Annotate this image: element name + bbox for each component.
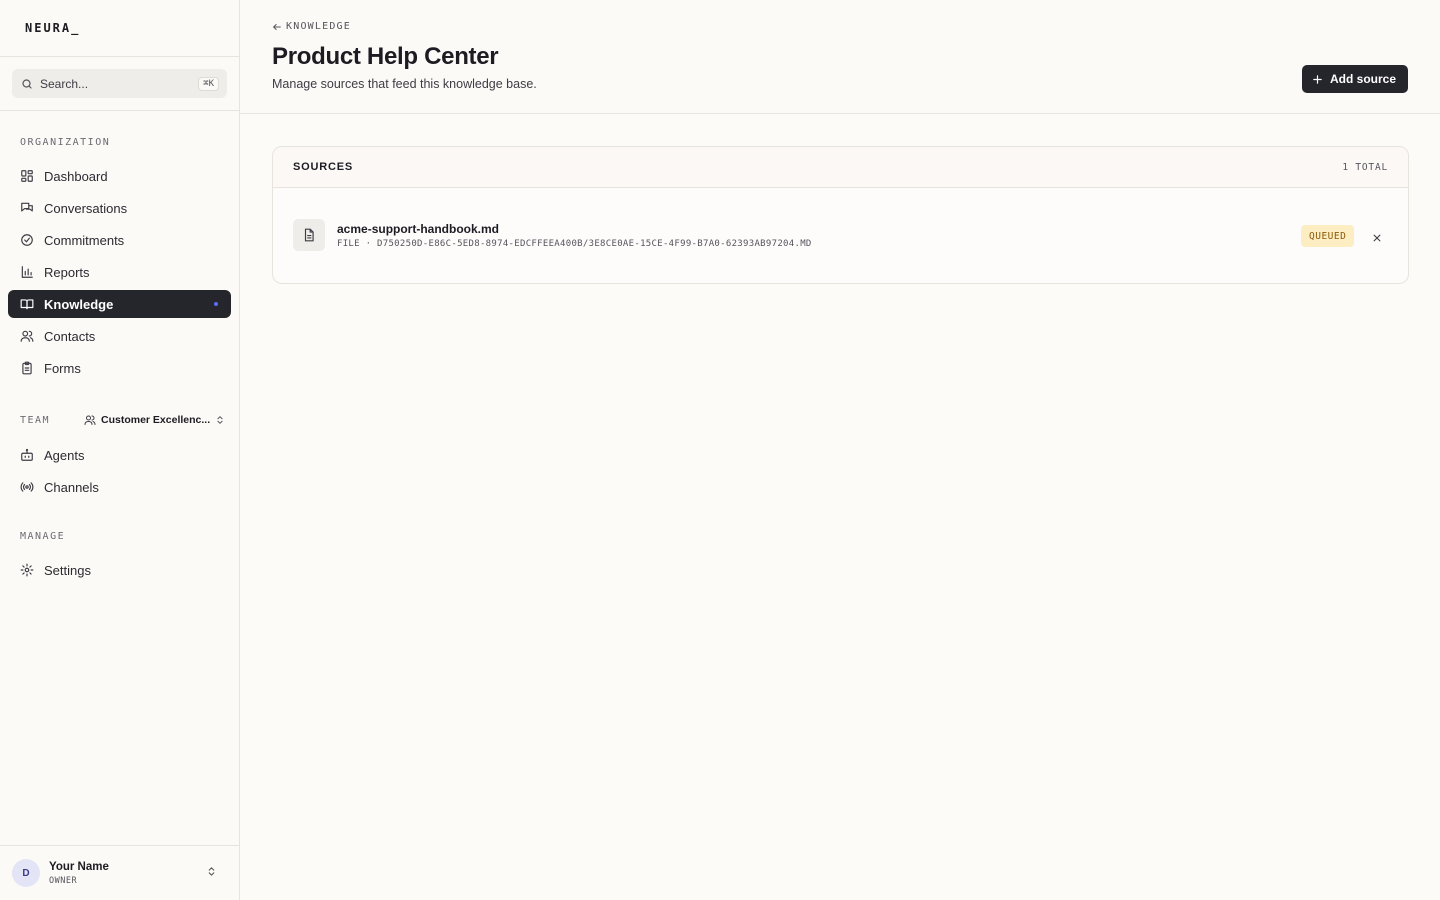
- list-item[interactable]: acme-support-handbook.md FILE · D750250D…: [273, 188, 1408, 283]
- chevron-up-down-icon: [208, 867, 215, 876]
- source-name: acme-support-handbook.md: [337, 222, 500, 236]
- sources-count: 1 TOTAL: [1342, 161, 1388, 173]
- section-label-manage: MANAGE: [20, 531, 66, 542]
- clipboard-icon: [22, 361, 32, 375]
- nav-item-forms[interactable]: Forms: [8, 354, 231, 382]
- user-menu[interactable]: D Your Name OWNER: [0, 845, 239, 900]
- breadcrumb-label: KNOWLEDGE: [286, 21, 351, 32]
- plus-icon: [1313, 74, 1322, 84]
- add-source-button[interactable]: Add source: [1301, 65, 1408, 93]
- sources-card: SOURCES 1 TOTAL acme-support-handbook.md…: [272, 146, 1409, 284]
- search-input[interactable]: Search... ⌘K: [12, 69, 227, 98]
- brand-logo[interactable]: NEURA_: [25, 21, 80, 35]
- nav-label: Commitments: [44, 232, 125, 248]
- team-selector[interactable]: Customer Excellenc...: [84, 409, 225, 431]
- nav-item-reports[interactable]: Reports: [8, 258, 231, 286]
- nav-item-agents[interactable]: Agents: [8, 441, 231, 469]
- nav-label: Channels: [44, 479, 99, 495]
- bar-chart-icon: [21, 266, 33, 278]
- nav-label: Forms: [44, 360, 81, 376]
- user-role: OWNER: [49, 875, 78, 886]
- page-title: Product Help Center: [272, 43, 499, 70]
- bot-icon: [21, 448, 33, 461]
- users-icon: [20, 330, 34, 342]
- nav-item-knowledge[interactable]: Knowledge: [8, 290, 231, 318]
- file-icon-container: [293, 219, 325, 251]
- check-circle-icon: [21, 234, 33, 246]
- chevron-up-down-icon: [217, 416, 223, 424]
- nav-label: Dashboard: [44, 168, 108, 184]
- search-icon: [22, 78, 32, 89]
- remove-source-button[interactable]: [1367, 228, 1387, 248]
- team-row: TEAM Customer Excellenc...: [0, 409, 240, 431]
- page-header: KNOWLEDGE Product Help Center Manage sou…: [240, 0, 1440, 114]
- nav-label: Knowledge: [44, 296, 114, 312]
- nav-item-contacts[interactable]: Contacts: [8, 322, 231, 350]
- status-badge: QUEUED: [1301, 225, 1355, 247]
- arrow-left-icon: [273, 23, 281, 30]
- avatar: D: [12, 859, 40, 887]
- sidebar: NEURA_ Search... ⌘K ORGANIZATION Dashboa…: [0, 0, 240, 900]
- nav-item-commitments[interactable]: Commitments: [8, 226, 231, 254]
- active-indicator-dot: [214, 302, 218, 306]
- search-area: Search... ⌘K: [0, 57, 239, 111]
- source-meta: FILE · D750250D-E86C-5ED8-8974-EDCFFEEA4…: [337, 239, 812, 249]
- nav-item-channels[interactable]: Channels: [8, 473, 231, 501]
- user-info: Your Name OWNER: [49, 861, 109, 886]
- nav-label: Conversations: [44, 200, 128, 216]
- section-label-organization: ORGANIZATION: [20, 137, 111, 148]
- close-icon: [1373, 234, 1381, 242]
- nav-item-conversations[interactable]: Conversations: [8, 194, 231, 222]
- book-icon: [20, 299, 34, 310]
- nav-item-dashboard[interactable]: Dashboard: [8, 162, 231, 190]
- user-name: Your Name: [49, 860, 109, 873]
- conversations-icon: [21, 202, 33, 212]
- sources-title: SOURCES: [293, 161, 353, 173]
- file-icon: [304, 228, 314, 242]
- search-shortcut: ⌘K: [198, 76, 219, 91]
- main-content: KNOWLEDGE Product Help Center Manage sou…: [240, 0, 1440, 900]
- nav-item-settings[interactable]: Settings: [8, 556, 231, 584]
- add-source-label: Add source: [1329, 72, 1396, 86]
- team-selector-label: Customer Excellenc...: [101, 414, 211, 426]
- users-icon: [84, 415, 96, 425]
- nav-label: Settings: [44, 562, 91, 578]
- radio-icon: [20, 482, 34, 492]
- gear-icon: [20, 563, 34, 577]
- search-placeholder: Search...: [40, 76, 89, 91]
- dashboard-icon: [21, 170, 33, 182]
- section-label-team: TEAM: [20, 414, 51, 426]
- brand: NEURA_: [0, 0, 239, 57]
- nav-label: Contacts: [44, 328, 96, 344]
- nav-label: Agents: [44, 447, 85, 463]
- page-subtitle: Manage sources that feed this knowledge …: [272, 77, 537, 91]
- sources-card-header: SOURCES 1 TOTAL: [273, 147, 1408, 188]
- nav-label: Reports: [44, 264, 90, 280]
- breadcrumb-back-link[interactable]: KNOWLEDGE: [272, 21, 351, 32]
